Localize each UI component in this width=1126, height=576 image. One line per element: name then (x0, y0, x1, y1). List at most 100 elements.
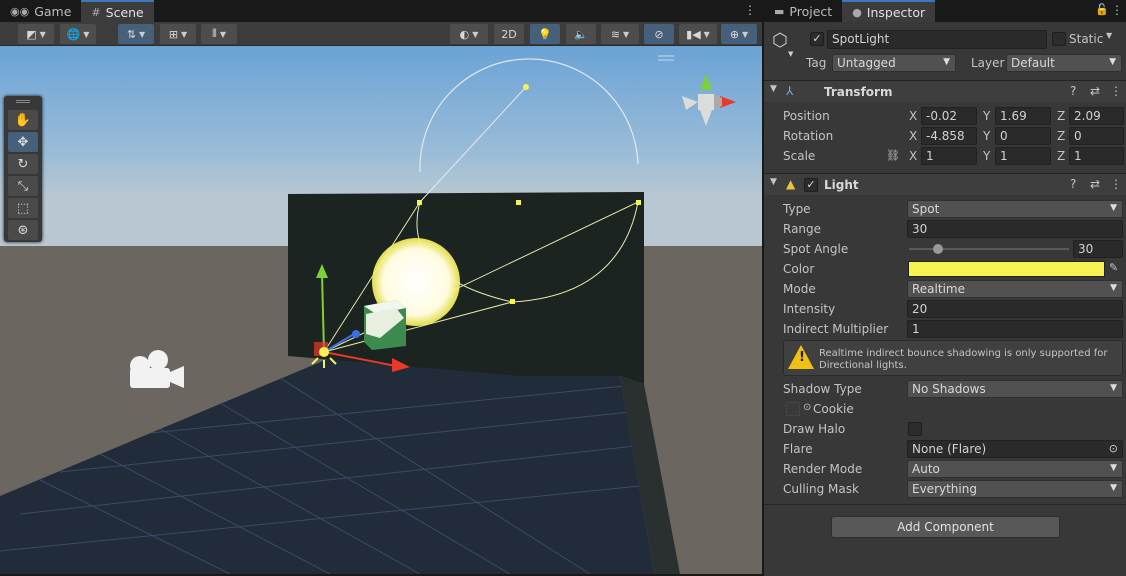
add-component-button[interactable]: Add Component (831, 516, 1060, 538)
scale-z-field[interactable]: 1 (1069, 147, 1124, 165)
camera-dropdown[interactable]: ▮◀ ▼ (679, 24, 717, 44)
eyedropper-icon[interactable]: ✎ (1109, 261, 1118, 274)
draw-halo-checkbox[interactable] (908, 422, 922, 436)
tab-game[interactable]: ◉◉ Game (0, 0, 81, 22)
help-icon[interactable]: ? (1070, 84, 1076, 98)
range-row: Range 30 (764, 219, 1126, 239)
object-picker-icon[interactable]: ⊙ (803, 402, 811, 413)
icon-dropdown-arrow[interactable]: ▼ (788, 50, 793, 58)
chevron-down-icon: ▼ (1110, 383, 1117, 393)
scale-tool[interactable]: ⤡ (8, 176, 38, 196)
scene-render (0, 46, 762, 574)
scene-menu-icon[interactable]: ⋮ (744, 4, 756, 16)
global-toggle[interactable]: 🌐 ▼ (60, 24, 96, 44)
active-checkbox[interactable]: ✓ (810, 32, 824, 46)
lightbulb-icon: 💡 (538, 27, 552, 41)
shaded-icon: ◩ (26, 27, 37, 41)
pivot-toggle[interactable]: ⇅ ▼ (118, 24, 154, 44)
culling-mask-dropdown[interactable]: Everything ▼ (907, 480, 1123, 498)
grid-snap-toggle[interactable]: ⊞ ▼ (160, 24, 196, 44)
position-z-field[interactable]: 2.09 (1069, 107, 1124, 125)
shadow-type-dropdown[interactable]: No Shadows ▼ (907, 380, 1123, 398)
static-checkbox[interactable] (1052, 32, 1066, 46)
type-dropdown[interactable]: Spot ▼ (907, 200, 1123, 218)
inspector-panel: ⬡ ▼ ✓ SpotLight Static ▼ Tag Untagged ▼ L… (764, 22, 1126, 576)
render-mode-dropdown[interactable]: ◐ ▼ (450, 24, 488, 44)
move-icon: ✥ (17, 134, 29, 150)
transform-header[interactable]: ▼ ⅄ Transform ? ⇄ ⋮ (764, 80, 1126, 102)
foldout-arrow-icon: ▼ (770, 84, 777, 94)
constrain-proportions-icon[interactable]: ⛓ (886, 149, 900, 162)
inspector-menu-icon[interactable]: ⋮ (1111, 4, 1123, 16)
audio-toggle[interactable]: 🔈 (566, 24, 596, 44)
cookie-row: ⊙ Cookie (764, 399, 1126, 419)
move-tool[interactable]: ✥ (8, 132, 38, 152)
hand-tool[interactable]: ✋ (8, 110, 38, 130)
intensity-field[interactable]: 20 (907, 300, 1123, 318)
chevron-down-icon: ▼ (1110, 463, 1117, 473)
2d-toggle[interactable]: 2D (494, 24, 524, 44)
gizmos-dropdown[interactable]: ⊕ ▼ (721, 24, 757, 44)
spot-angle-field[interactable]: 30 (1073, 240, 1123, 258)
mode-dropdown[interactable]: Realtime ▼ (907, 280, 1123, 298)
color-row: Color ✎ (783, 261, 1119, 277)
speaker-icon: 🔈 (574, 27, 588, 41)
tab-scene[interactable]: # Scene (81, 0, 154, 22)
chevron-down-icon: ▼ (1109, 57, 1116, 67)
position-x-field[interactable]: -0.02 (921, 107, 977, 125)
increment-snap-toggle[interactable]: ⦀ ▼ (201, 24, 237, 44)
intensity-row: Intensity 20 (764, 299, 1126, 319)
range-field[interactable]: 30 (907, 220, 1123, 238)
scale-x-field[interactable]: 1 (921, 147, 977, 165)
flare-field[interactable]: None (Flare) ⊙ (907, 440, 1123, 458)
hand-icon: ✋ (14, 112, 32, 128)
component-menu-icon[interactable]: ⋮ (1110, 84, 1122, 98)
grid-snap-icon: ⊞ (168, 27, 179, 41)
preset-icon[interactable]: ⇄ (1090, 84, 1100, 98)
object-name-field[interactable]: SpotLight (827, 30, 1047, 49)
scale-y-field[interactable]: 1 (995, 147, 1051, 165)
scene-viewport[interactable]: ✋ ✥ ↻ ⤡ ⬚ ⊛ (0, 46, 762, 574)
flare-row: Flare None (Flare) ⊙ (764, 439, 1126, 459)
chevron-down-icon: ▼ (1110, 203, 1117, 213)
color-swatch[interactable] (908, 261, 1105, 277)
spot-angle-slider-thumb[interactable] (932, 244, 943, 254)
position-y-field[interactable]: 1.69 (995, 107, 1051, 125)
effects-dropdown[interactable]: ≋ ▼ (601, 24, 639, 44)
object-picker-icon[interactable]: ⊙ (1109, 442, 1118, 455)
rotation-y-field[interactable]: 0 (995, 127, 1051, 145)
render-mode-dropdown[interactable]: Auto ▼ (907, 460, 1123, 478)
rotate-tool[interactable]: ↻ (8, 154, 38, 174)
cookie-foldout[interactable] (786, 402, 800, 416)
tag-dropdown[interactable]: Untagged ▼ (832, 54, 956, 72)
scene-visibility-toggle[interactable]: ⊘ (644, 24, 674, 44)
inspector-tab-bar: ▬ Project ● Inspector (764, 0, 1126, 22)
folder-icon: ▬ (774, 4, 785, 18)
sphere-icon: ◐ (459, 27, 470, 41)
lock-icon[interactable]: 🔓 (1095, 4, 1109, 16)
rect-tool[interactable]: ⬚ (8, 198, 38, 218)
tab-project[interactable]: ▬ Project (764, 0, 842, 22)
layer-dropdown[interactable]: Default ▼ (1006, 54, 1122, 72)
pivot-icon: ⇅ (126, 27, 137, 41)
indirect-multiplier-row: Indirect Multiplier 1 (764, 319, 1126, 339)
rotation-x-field[interactable]: -4.858 (921, 127, 977, 145)
gamepad-icon: ◉◉ (10, 4, 30, 18)
component-menu-icon[interactable]: ⋮ (1110, 177, 1122, 191)
rect-icon: ⬚ (16, 200, 30, 216)
light-enabled-checkbox[interactable]: ✓ (804, 178, 818, 192)
preset-icon[interactable]: ⇄ (1090, 177, 1100, 191)
light-header[interactable]: ▼ ▲ ✓ Light ? ⇄ ⋮ (764, 173, 1126, 195)
rotation-z-field[interactable]: 0 (1069, 127, 1124, 145)
culling-mask-row: Culling Mask Everything ▼ (764, 479, 1126, 499)
lighting-toggle[interactable]: 💡 (530, 24, 560, 44)
tab-inspector[interactable]: ● Inspector (842, 0, 936, 22)
static-dropdown-arrow[interactable]: ▼ (1106, 31, 1112, 40)
draw-mode-dropdown[interactable]: ◩ ▼ (18, 24, 54, 44)
render-mode-row: Render Mode Auto ▼ (764, 459, 1126, 479)
transform-icon: ⊛ (17, 222, 29, 238)
chevron-down-icon: ▼ (1110, 283, 1117, 293)
transform-tool[interactable]: ⊛ (8, 220, 38, 240)
indirect-multiplier-field[interactable]: 1 (907, 320, 1123, 338)
help-icon[interactable]: ? (1070, 177, 1076, 191)
